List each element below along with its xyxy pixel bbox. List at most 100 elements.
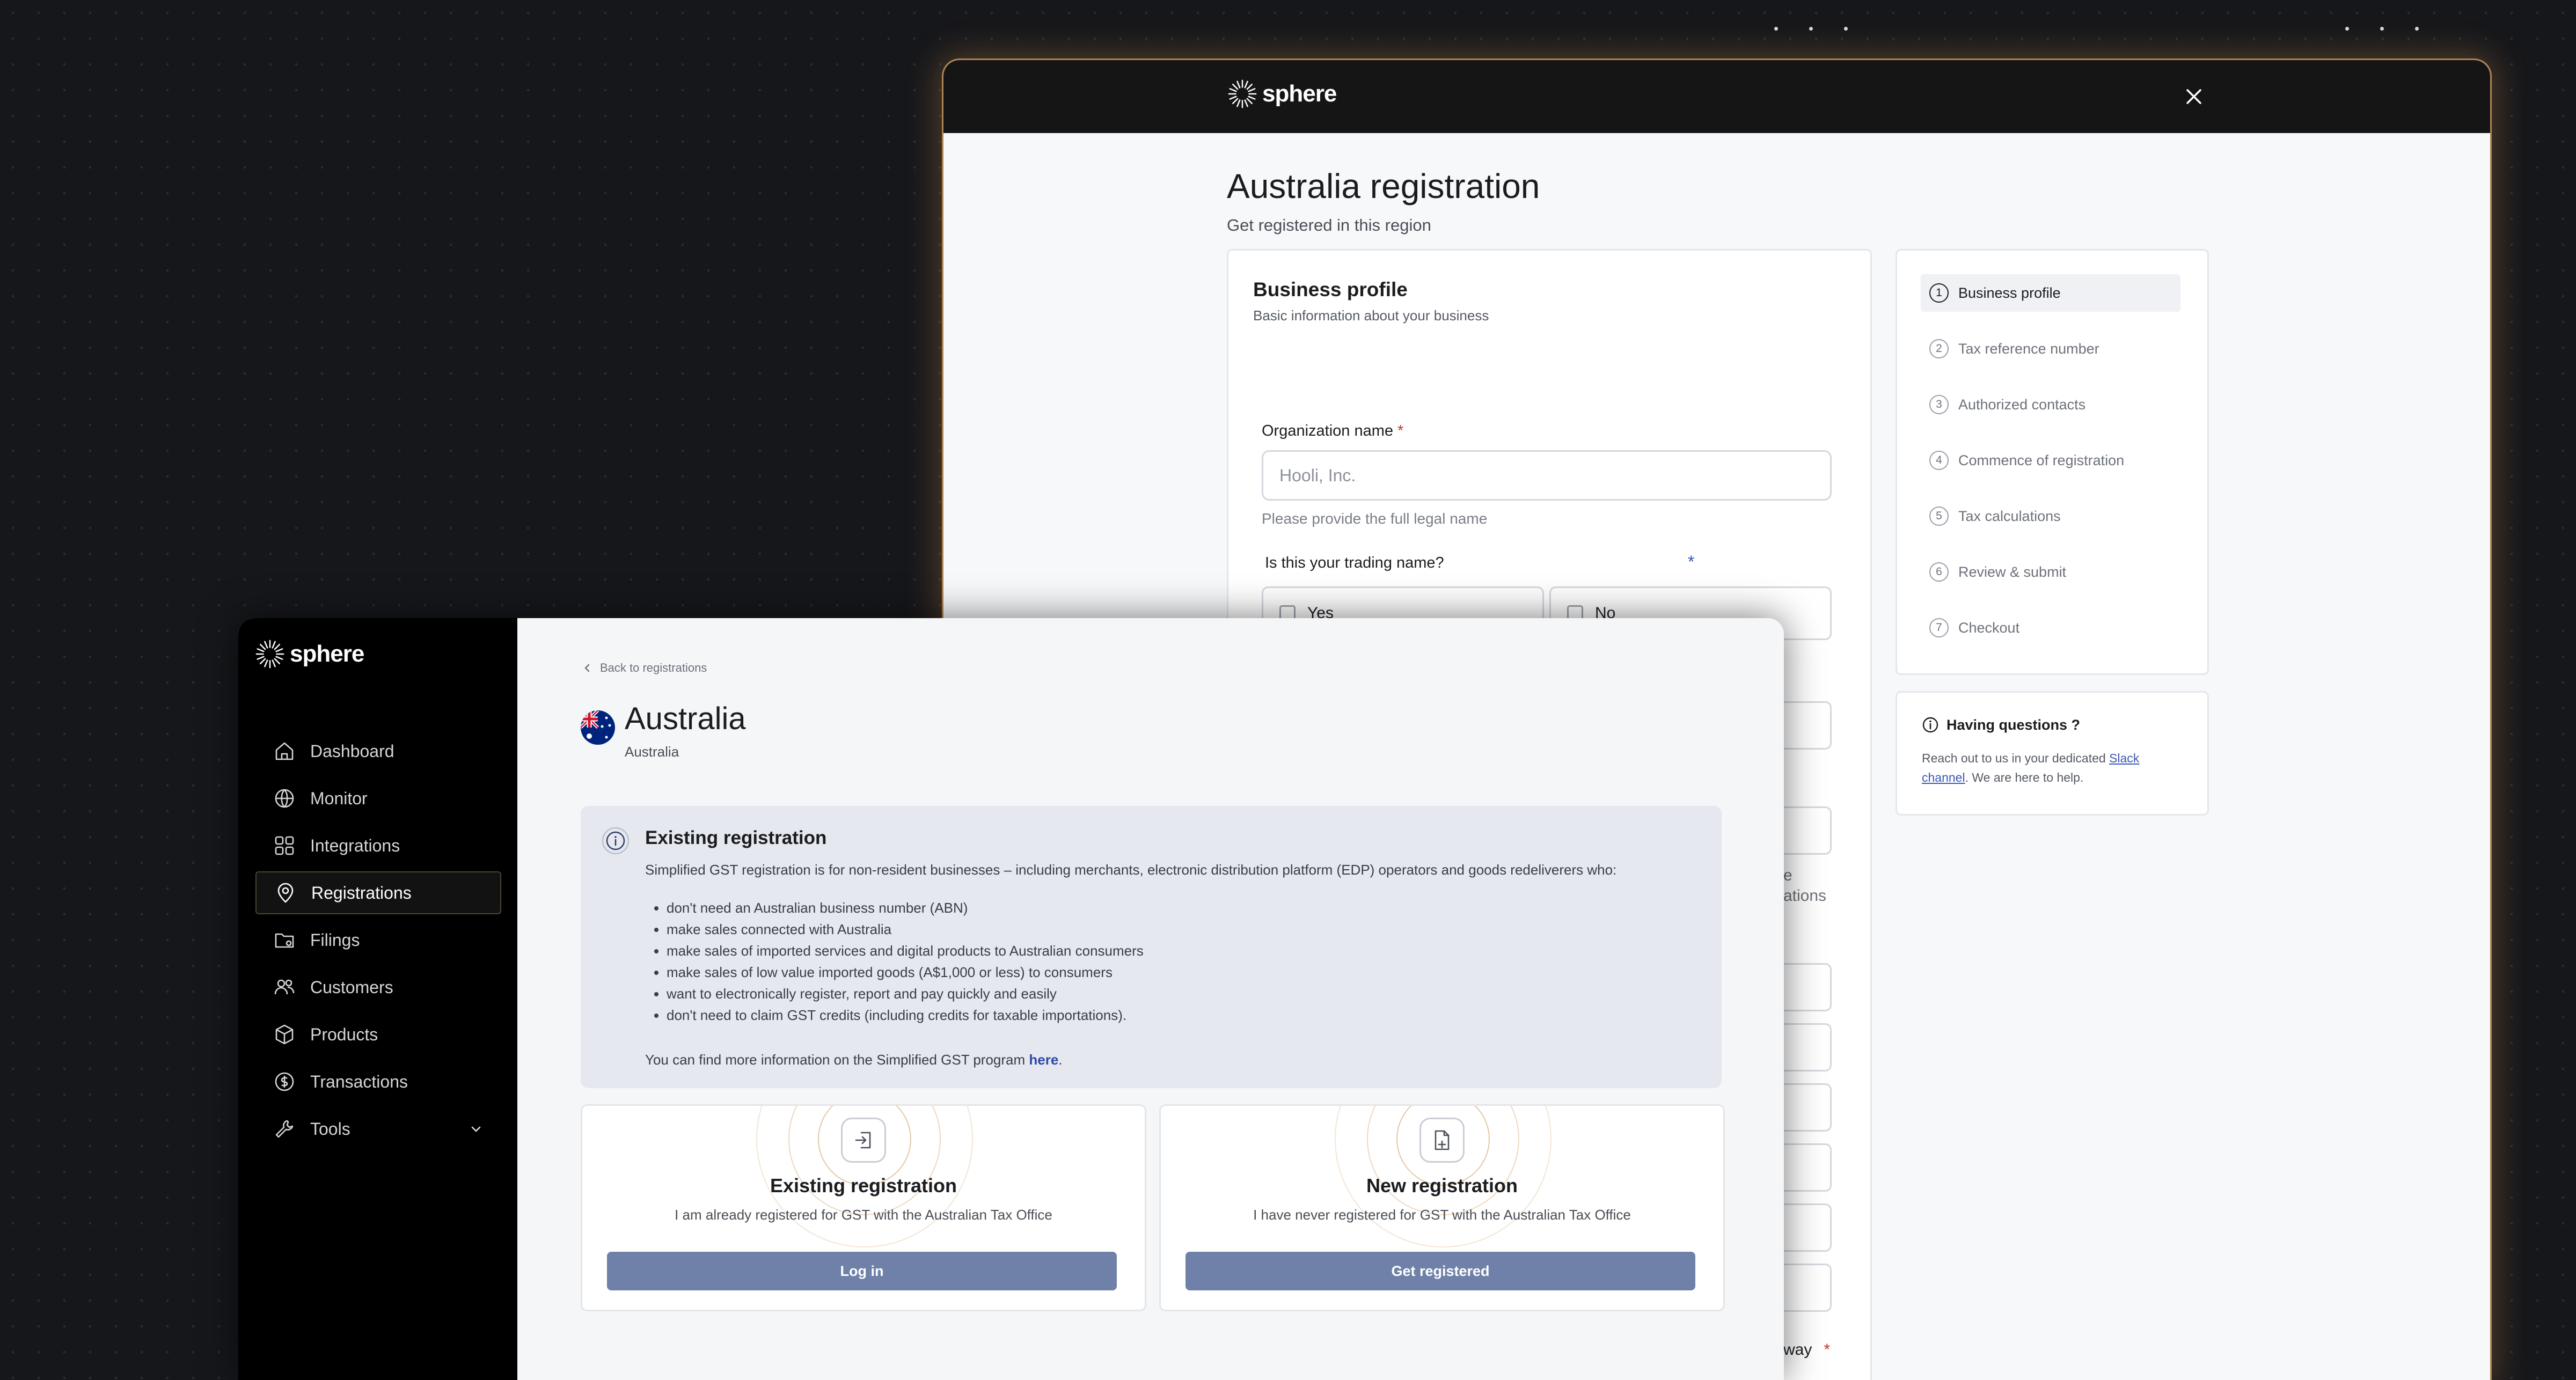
help-title: Having questions ? — [1922, 716, 2080, 733]
list-item: make sales connected with Australia — [667, 919, 1144, 940]
users-icon — [273, 975, 296, 999]
sidebar-item-tools[interactable]: Tools — [255, 1107, 501, 1150]
step-label: Commence of registration — [1958, 452, 2125, 468]
step-number: 7 — [1929, 618, 1949, 637]
sidebar-item-label: Dashboard — [310, 741, 394, 761]
help-body: Reach out to us in your dedicated Slack … — [1922, 751, 2140, 784]
step-tax-calculations[interactable]: 5 Tax calculations — [1921, 497, 2180, 535]
brand-name: sphere — [290, 641, 364, 667]
sidebar-item-dashboard[interactable]: Dashboard — [255, 730, 501, 773]
country-subtitle: Australia — [625, 744, 679, 760]
list-item: don't need to claim GST credits (includi… — [667, 1004, 1144, 1026]
info-icon — [601, 826, 630, 858]
organization-name-hint: Please provide the full legal name — [1262, 510, 1488, 527]
australia-flag-icon — [581, 710, 615, 745]
sidebar-item-label: Customers — [310, 977, 393, 997]
eligibility-list: don't need an Australian business number… — [645, 897, 1144, 1026]
sidebar-item-label: Integrations — [310, 835, 400, 855]
step-checkout[interactable]: 7 Checkout — [1921, 609, 2180, 647]
main-content: Back to registrations Australia Australi… — [517, 618, 1784, 1380]
more-info-link[interactable]: here — [1029, 1052, 1058, 1068]
option-description: I have never registered for GST with the… — [1253, 1207, 1631, 1223]
box-icon — [273, 1023, 296, 1046]
step-label: Checkout — [1958, 619, 2020, 636]
registrations-app-window: sphere Dashboard Monitor Integrations Re… — [238, 618, 1784, 1380]
sidebar-item-registrations[interactable]: Registrations — [255, 871, 501, 914]
step-label: Review & submit — [1958, 563, 2067, 580]
folder-icon — [273, 928, 296, 952]
wrench-icon — [273, 1117, 296, 1141]
sidebar-item-label: Tools — [310, 1119, 350, 1139]
home-icon — [273, 739, 296, 763]
page-subtitle: Get registered in this region — [1227, 216, 1431, 234]
log-in-button[interactable]: Log in — [607, 1252, 1117, 1290]
sphere-logo-icon — [255, 640, 284, 669]
back-to-registrations-link[interactable]: Back to registrations — [582, 661, 707, 675]
close-icon — [2186, 89, 2201, 104]
new-registration-card: New registration I have never registered… — [1159, 1104, 1725, 1311]
chevron-down-icon — [469, 1122, 483, 1136]
info-description: Simplified GST registration is for non-r… — [645, 862, 1617, 878]
step-number: 2 — [1929, 339, 1949, 358]
sidebar-item-label: Filings — [310, 930, 360, 950]
existing-registration-card: Existing registration I am already regis… — [581, 1104, 1146, 1311]
document-icon — [1419, 1118, 1465, 1163]
sidebar: sphere Dashboard Monitor Integrations Re… — [238, 618, 517, 1380]
option-title: Existing registration — [770, 1175, 957, 1197]
sidebar-item-transactions[interactable]: Transactions — [255, 1060, 501, 1103]
step-review-submit[interactable]: 6 Review & submit — [1921, 553, 2180, 591]
chevron-left-icon — [584, 664, 590, 672]
list-item: don't need an Australian business number… — [667, 897, 1144, 919]
step-number: 4 — [1929, 451, 1949, 470]
grid-icon — [273, 834, 296, 857]
list-item: make sales of low value imported goods (… — [667, 961, 1144, 983]
sidebar-item-products[interactable]: Products — [255, 1013, 501, 1056]
brand-name: sphere — [1262, 80, 1337, 107]
section-title: Business profile — [1253, 278, 1408, 300]
country-title: Australia — [625, 701, 746, 736]
info-title: Existing registration — [645, 827, 827, 848]
close-button[interactable] — [2181, 84, 2207, 109]
globe-icon — [273, 787, 296, 810]
info-icon — [1922, 717, 1938, 733]
step-number: 5 — [1929, 507, 1949, 526]
step-label: Tax reference number — [1958, 340, 2099, 357]
list-item: make sales of imported services and digi… — [667, 940, 1144, 961]
sidebar-item-label: Registrations — [311, 883, 412, 902]
organization-name-label: Organization name * — [1262, 422, 1404, 439]
sidebar-item-label: Transactions — [310, 1071, 408, 1091]
organization-name-input[interactable] — [1262, 450, 1832, 501]
step-business-profile[interactable]: 1 Business profile — [1921, 274, 2180, 312]
step-number: 1 — [1929, 283, 1949, 303]
login-icon — [841, 1118, 886, 1163]
option-title: New registration — [1366, 1175, 1518, 1197]
partial-label: way * — [1783, 1341, 1831, 1359]
step-tax-reference-number[interactable]: 2 Tax reference number — [1921, 330, 2180, 368]
sidebar-item-integrations[interactable]: Integrations — [255, 824, 501, 867]
step-authorized-contacts[interactable]: 3 Authorized contacts — [1921, 386, 2180, 423]
wizard-header-bar: sphere — [943, 60, 2490, 133]
decorative-dots-left — [1774, 27, 1848, 31]
step-number: 3 — [1929, 395, 1949, 414]
step-label: Tax calculations — [1958, 508, 2061, 524]
step-number: 6 — [1929, 562, 1949, 582]
get-registered-button[interactable]: Get registered — [1185, 1252, 1695, 1290]
dollar-circle-icon — [273, 1070, 296, 1093]
list-item: want to electronically register, report … — [667, 983, 1144, 1004]
option-description: I am already registered for GST with the… — [675, 1207, 1052, 1223]
required-mark: * — [1688, 552, 1695, 571]
step-commence-of-registration[interactable]: 4 Commence of registration — [1921, 442, 2180, 479]
step-label: Authorized contacts — [1958, 396, 2086, 413]
info-footer: You can find more information on the Sim… — [645, 1052, 1063, 1068]
steps-panel: 1 Business profile 2 Tax reference numbe… — [1896, 249, 2209, 675]
sphere-logo: sphere — [254, 638, 364, 670]
sidebar-item-filings[interactable]: Filings — [255, 919, 501, 961]
partial-label: ations — [1783, 887, 1827, 905]
existing-registration-info: Existing registration Simplified GST reg… — [581, 806, 1722, 1088]
required-mark: * — [1397, 422, 1404, 439]
decorative-dots-right — [2345, 27, 2419, 31]
sidebar-item-customers[interactable]: Customers — [255, 966, 501, 1009]
sidebar-item-monitor[interactable]: Monitor — [255, 777, 501, 820]
page-title: Australia registration — [1227, 167, 1540, 205]
sphere-logo: sphere — [1227, 78, 1337, 109]
